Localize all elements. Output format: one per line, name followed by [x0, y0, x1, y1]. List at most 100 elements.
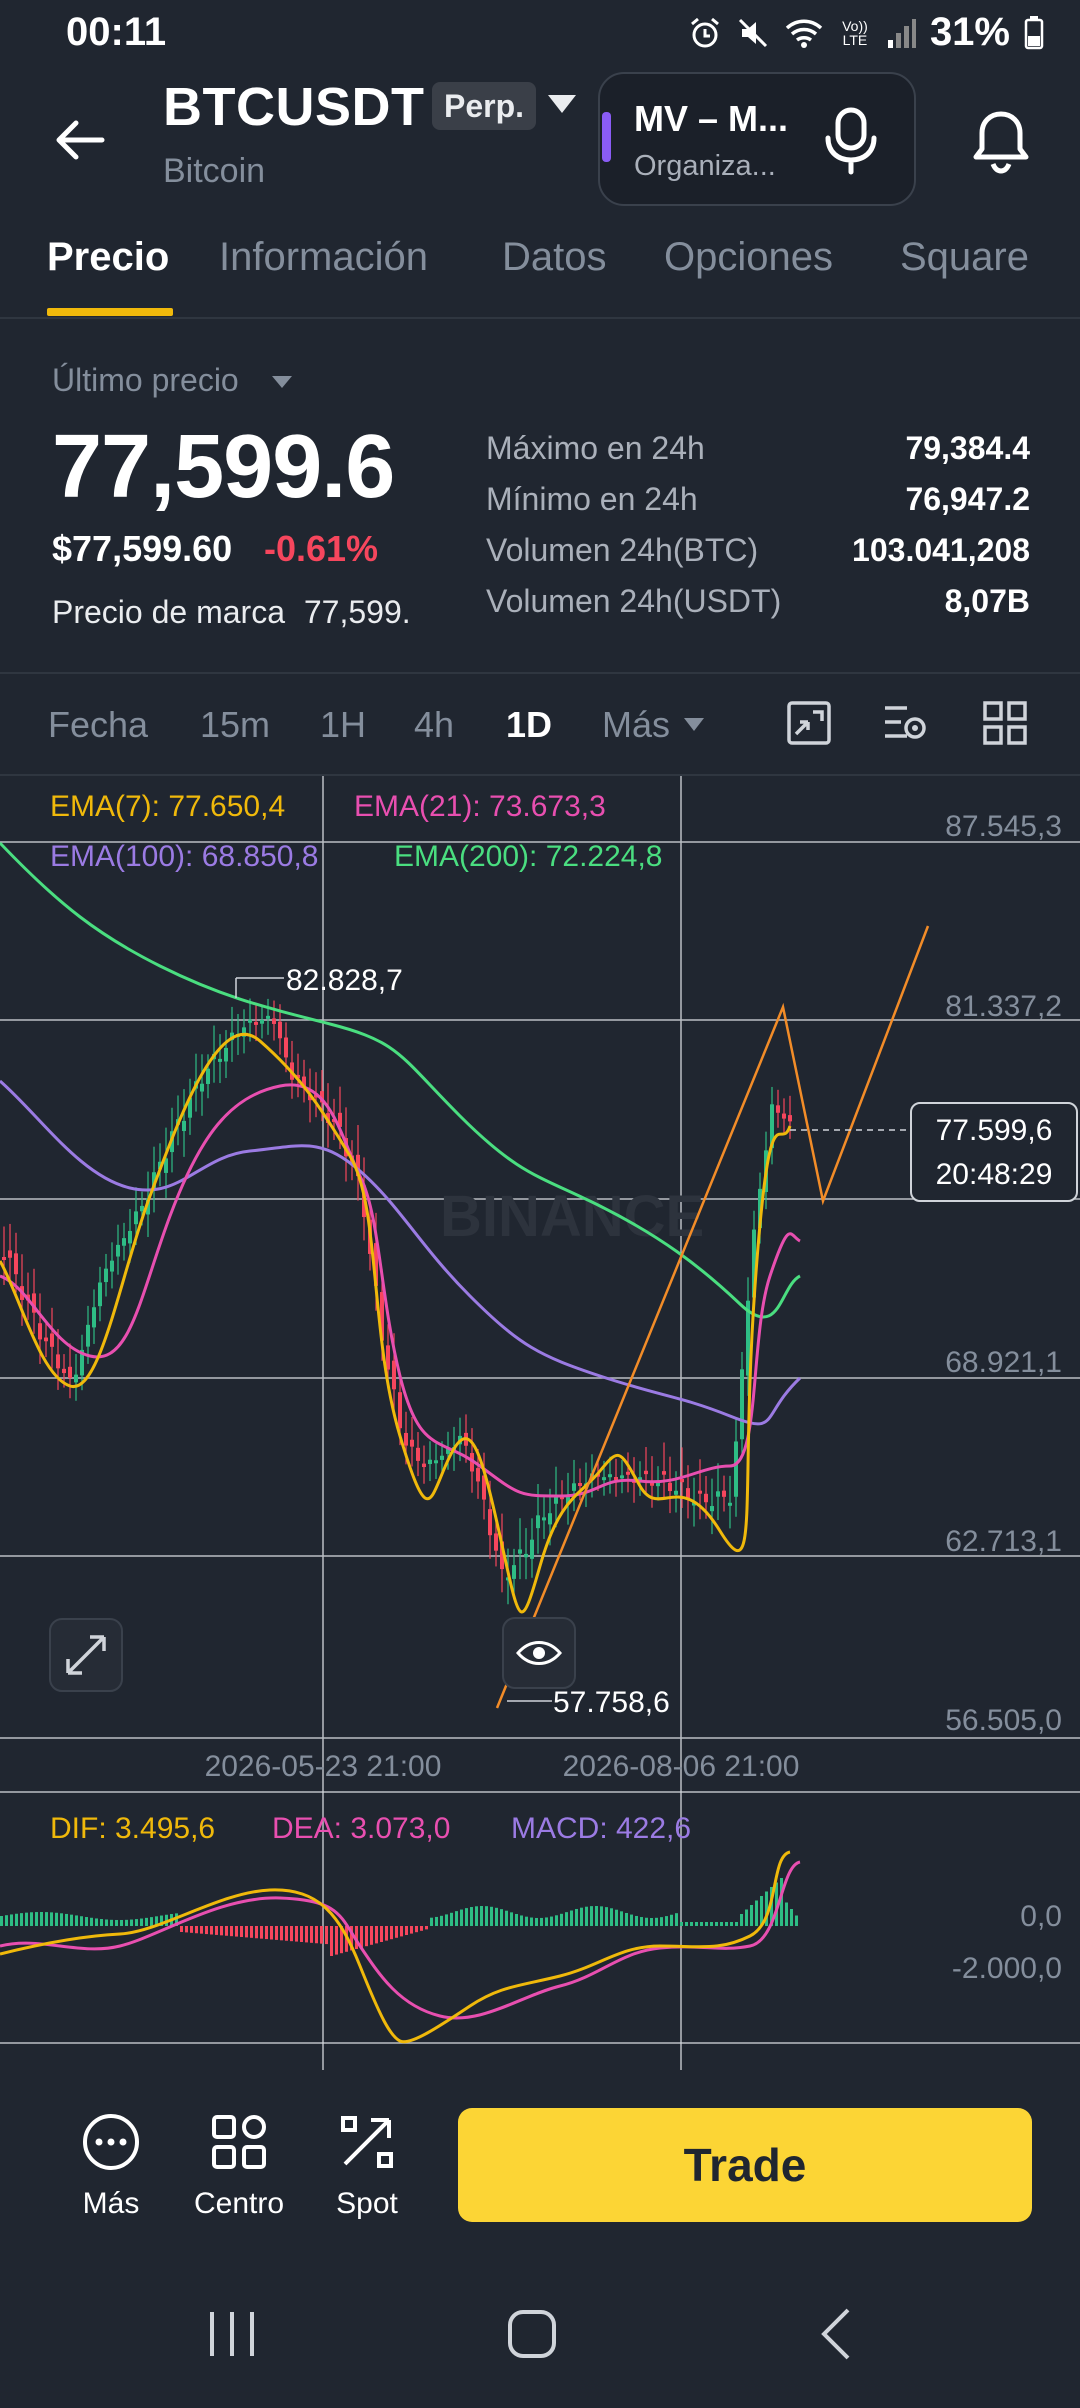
macd-bar [230, 1926, 233, 1937]
mark-price-value: 77,599. [303, 594, 411, 630]
macd-bar [395, 1926, 398, 1938]
symbol-title[interactable]: BTCUSDT [163, 76, 424, 138]
macd-bar [580, 1907, 583, 1926]
high-label: 82.828,7 [286, 964, 403, 997]
macd-bar [200, 1926, 203, 1934]
macd-bar [145, 1917, 148, 1926]
tab-precio[interactable]: Precio [47, 235, 169, 280]
macd-bar [310, 1926, 313, 1943]
timeframe-fecha[interactable]: Fecha [48, 704, 148, 746]
timeframe-1d[interactable]: 1D [506, 704, 552, 746]
back-arrow-icon[interactable] [50, 110, 110, 170]
spot-button[interactable]: Spot [312, 2112, 422, 2221]
macd-bar [325, 1926, 328, 1945]
notification-bell-icon[interactable] [966, 106, 1036, 176]
candle-body [626, 1471, 630, 1475]
mute-icon [738, 18, 767, 47]
candle-body [434, 1460, 438, 1464]
macd-bar [590, 1906, 593, 1926]
tab-datos[interactable]: Datos [502, 235, 607, 280]
macd-y-tick: -2.000,0 [952, 1952, 1062, 1985]
macd-bar [630, 1914, 633, 1926]
legend-dif: DIF: 3.495,6 [50, 1812, 215, 1845]
candle-body [710, 1506, 714, 1512]
trade-button[interactable]: Trade [458, 2108, 1032, 2222]
spot-icon [341, 2116, 393, 2168]
macd-bar [575, 1908, 578, 1926]
candle-body [782, 1113, 786, 1119]
macd-bar [560, 1913, 563, 1926]
macd-bar [565, 1912, 568, 1926]
macd-bar [335, 1926, 338, 1955]
stat-row: Mínimo en 24h 76,947.2 [486, 481, 1030, 533]
candle-body [74, 1374, 78, 1383]
caret-down-icon[interactable] [272, 376, 292, 388]
indicators-icon[interactable] [882, 700, 928, 746]
legend-ema100: EMA(100): 68.850,8 [50, 840, 319, 873]
macd-bar [490, 1906, 493, 1926]
macd-bar [470, 1907, 473, 1926]
macd-bar [505, 1910, 508, 1926]
timeframe-1h[interactable]: 1H [320, 704, 366, 746]
more-button[interactable]: Más [56, 2112, 166, 2221]
tab-informacion[interactable]: Información [219, 235, 428, 280]
usd-price: $77,599.60 [52, 528, 233, 569]
macd-bar [195, 1926, 198, 1934]
candle-body [530, 1539, 534, 1559]
y-tick: 87.545,3 [945, 810, 1062, 843]
recent-apps-icon[interactable] [202, 2304, 262, 2364]
macd-bar [135, 1919, 138, 1926]
candle-body [206, 1068, 210, 1084]
candle-body [644, 1470, 648, 1475]
macd-bar [420, 1926, 423, 1931]
macd-bar [735, 1922, 738, 1926]
tab-opciones[interactable]: Opciones [664, 235, 833, 280]
macd-bar [705, 1922, 708, 1926]
macd-bar [510, 1912, 513, 1926]
candle-body [44, 1337, 48, 1342]
macd-dea-line [0, 1860, 801, 2020]
macd-bar [550, 1916, 553, 1926]
stat-row: Volumen 24h(USDT) 8,07B [486, 583, 1030, 635]
tab-square[interactable]: Square [900, 235, 1029, 280]
candle-body [410, 1439, 414, 1447]
candlestick-chart[interactable]: BINANCE 82.828,7 57.758,6 EMA(7): 77.650… [0, 776, 1080, 2070]
candle-body [392, 1360, 396, 1390]
timeframe-more[interactable]: Más [602, 704, 670, 746]
macd-bar [650, 1917, 653, 1926]
macd-bar [55, 1912, 58, 1926]
caret-down-icon[interactable] [684, 718, 704, 731]
candle-body [704, 1493, 708, 1503]
macd-bar [680, 1922, 683, 1926]
macd-bar [305, 1926, 308, 1943]
candle-body [680, 1479, 684, 1483]
macd-bar [715, 1922, 718, 1926]
macd-bar [15, 1913, 18, 1926]
macd-bar [190, 1926, 193, 1933]
macd-bar [100, 1919, 103, 1926]
microphone-icon[interactable] [820, 106, 882, 176]
candle-body [62, 1368, 66, 1374]
candle-body [620, 1475, 624, 1479]
candle-body [440, 1455, 444, 1460]
last-price-label[interactable]: Último precio [52, 362, 239, 399]
stat-label: Volumen 24h(BTC) [486, 532, 759, 568]
stat-value: 103.041,208 [852, 532, 1030, 568]
timeframe-15m[interactable]: 15m [200, 704, 270, 746]
home-icon[interactable] [502, 2304, 562, 2364]
macd-bar [440, 1915, 443, 1926]
macd-bar [110, 1919, 113, 1926]
center-button[interactable]: Centro [184, 2112, 294, 2221]
macd-bar [30, 1912, 33, 1926]
layout-grid-icon[interactable] [982, 700, 1028, 746]
back-nav-icon[interactable] [808, 2304, 868, 2364]
chevron-down-icon[interactable] [548, 95, 576, 113]
current-price-box: 77.599,6 20:48:29 [910, 1102, 1078, 1202]
timeframe-4h[interactable]: 4h [414, 704, 454, 746]
candle-body [578, 1482, 582, 1486]
chart-settings-icon[interactable] [786, 700, 832, 746]
candle-body [272, 1018, 276, 1024]
macd-bar [285, 1926, 288, 1941]
candle-body [134, 1211, 138, 1225]
y-tick: 62.713,1 [945, 1525, 1062, 1558]
